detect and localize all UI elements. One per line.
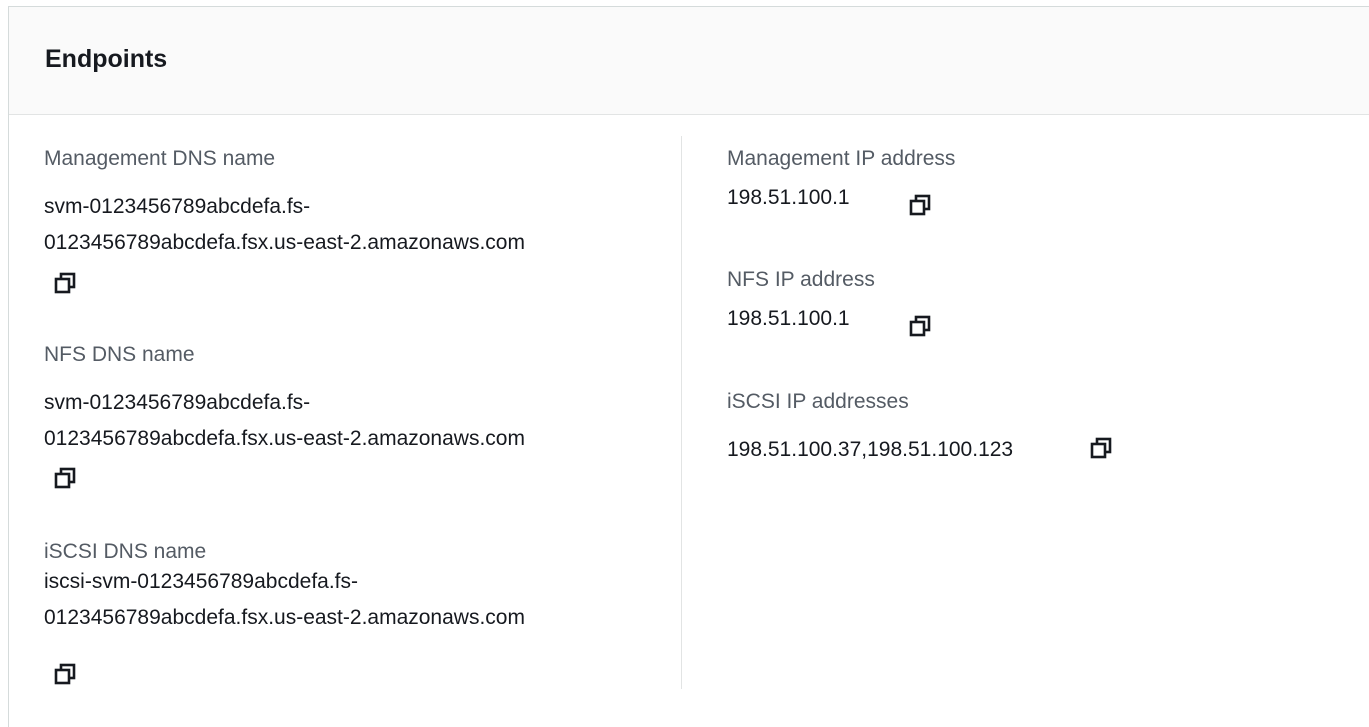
copy-nfs-ip-button[interactable] bbox=[908, 314, 934, 340]
copy-icon bbox=[54, 272, 76, 294]
copy-management-dns-button[interactable] bbox=[53, 271, 79, 297]
nfs-dns-value-line2: 0123456789abcdefa.fsx.us-east-2.amazonaw… bbox=[44, 427, 525, 450]
nfs-ip-label: NFS IP address bbox=[727, 268, 875, 291]
iscsi-dns-value-line2: 0123456789abcdefa.fsx.us-east-2.amazonaw… bbox=[44, 606, 525, 629]
management-dns-label: Management DNS name bbox=[44, 147, 276, 170]
iscsi-ip-value: 198.51.100.37,198.51.100.123 bbox=[727, 438, 1014, 461]
management-dns-value-line2: 0123456789abcdefa.fsx.us-east-2.amazonaw… bbox=[44, 231, 525, 254]
nfs-dns-value-line1: svm-0123456789abcdefa.fs- bbox=[44, 391, 311, 414]
copy-icon bbox=[909, 315, 931, 337]
column-divider bbox=[681, 136, 682, 689]
copy-icon bbox=[1090, 437, 1112, 459]
iscsi-dns-label: iSCSI DNS name bbox=[44, 540, 207, 563]
nfs-dns-label: NFS DNS name bbox=[44, 343, 195, 366]
iscsi-ip-label: iSCSI IP addresses bbox=[727, 390, 909, 413]
nfs-ip-value: 198.51.100.1 bbox=[727, 307, 850, 330]
panel-title: Endpoints bbox=[45, 45, 168, 73]
copy-iscsi-ip-button[interactable] bbox=[1089, 436, 1115, 462]
copy-icon bbox=[54, 663, 76, 685]
copy-management-ip-button[interactable] bbox=[908, 193, 934, 219]
copy-icon bbox=[909, 194, 931, 216]
iscsi-dns-value-line1: iscsi-svm-0123456789abcdefa.fs- bbox=[44, 570, 358, 593]
management-ip-label: Management IP address bbox=[727, 147, 956, 170]
management-dns-value-line1: svm-0123456789abcdefa.fs- bbox=[44, 195, 311, 218]
panel-header: Endpoints bbox=[9, 7, 1369, 115]
copy-iscsi-dns-button[interactable] bbox=[53, 662, 79, 688]
management-ip-value: 198.51.100.1 bbox=[727, 186, 850, 209]
copy-icon bbox=[54, 467, 76, 489]
copy-nfs-dns-button[interactable] bbox=[53, 466, 79, 492]
